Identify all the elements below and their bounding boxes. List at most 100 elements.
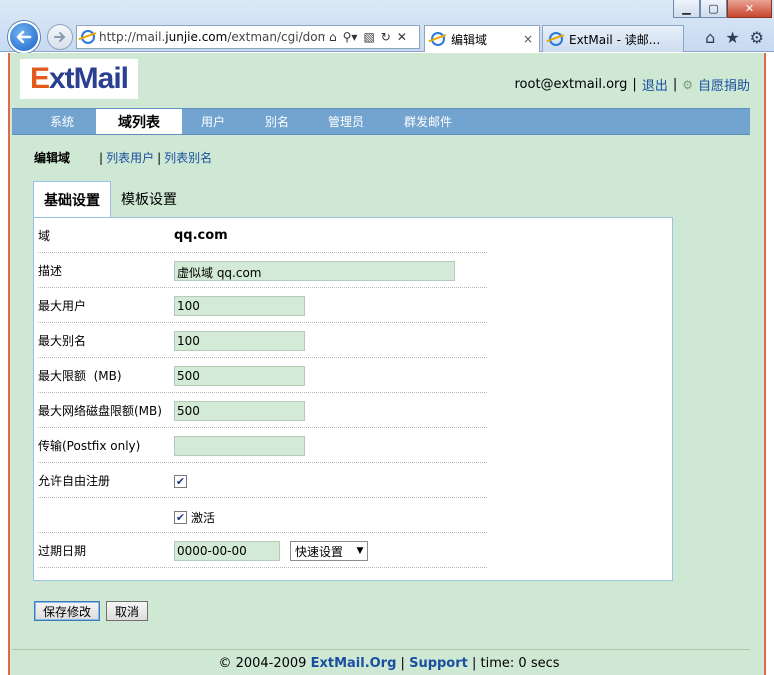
max-netdisk-input[interactable]: 500: [174, 401, 305, 421]
url-text[interactable]: http://mail.junjie.com/extman/cgi/dom: [99, 30, 325, 44]
forward-arrow-icon: [54, 32, 66, 42]
user-email: root@extmail.org: [514, 77, 628, 92]
domain-value: qq.com: [174, 228, 228, 243]
separator: |: [472, 656, 477, 671]
search-icon[interactable]: ⚲▾: [343, 30, 358, 44]
max-users-label: 最大用户: [38, 299, 87, 313]
save-button[interactable]: 保存修改: [34, 601, 101, 621]
minimize-icon[interactable]: ▁: [673, 0, 700, 18]
form-row-description: 描述 虚似域 qq.com: [38, 253, 487, 288]
ie-tab-icon: [549, 32, 563, 46]
quick-set-select[interactable]: 快速设置 ▼: [290, 541, 368, 561]
tab-title: ExtMail - 读邮...: [569, 32, 661, 47]
separator: |: [672, 77, 678, 92]
max-aliases-label: 最大别名: [38, 334, 87, 348]
forward-button[interactable]: [47, 24, 73, 50]
allow-signup-checkbox[interactable]: ✔: [174, 475, 187, 488]
transport-label: 传输(Postfix only): [38, 439, 141, 453]
form-row-domain: 域 qq.com: [38, 218, 487, 253]
max-users-input[interactable]: 100: [174, 296, 305, 316]
close-tab-icon[interactable]: ×: [523, 32, 533, 46]
donate-gear-icon: ⚙: [682, 77, 693, 92]
active-label: 激活: [191, 511, 216, 525]
logo-e: E: [29, 62, 50, 95]
donate-link[interactable]: 自愿捐助: [698, 75, 750, 94]
back-arrow-icon: [16, 30, 32, 44]
transport-input[interactable]: [174, 436, 305, 456]
home-icon[interactable]: ⌂: [705, 28, 715, 47]
window-controls: ▁ ▢ ✕: [673, 0, 772, 18]
form-row-max-users: 最大用户 100: [38, 288, 487, 323]
extmail-logo[interactable]: ExtMail: [20, 59, 138, 99]
compat-icon[interactable]: ⌂: [329, 30, 337, 44]
quick-set-value: 快速设置: [295, 544, 344, 559]
ie-tab-icon: [431, 32, 445, 46]
list-aliases-link[interactable]: 列表别名: [164, 149, 212, 166]
tab-title: 编辑域: [451, 32, 488, 47]
max-aliases-input[interactable]: 100: [174, 331, 305, 351]
separator: |: [157, 150, 162, 165]
sub-navigation: 编辑域 | 列表用户 | 列表别名: [34, 149, 212, 166]
url-host: junjie.com: [165, 30, 228, 44]
favorites-star-icon[interactable]: ★: [725, 28, 739, 47]
menu-admins[interactable]: 管理员: [310, 109, 382, 134]
url-prefix: http://mail.: [99, 30, 166, 44]
max-netdisk-label: 最大网络磁盘限额(MB): [38, 404, 162, 418]
browser-tab-extmail[interactable]: ExtMail - 读邮...: [542, 25, 684, 52]
maximize-icon[interactable]: ▢: [700, 0, 727, 18]
logout-link[interactable]: 退出: [642, 75, 668, 94]
menu-system[interactable]: 系统: [28, 109, 96, 134]
max-quota-label: 最大限额 (MB): [38, 369, 122, 383]
form-row-allow-signup: 允许自由注册 ✔: [38, 463, 487, 498]
back-button[interactable]: [8, 21, 40, 53]
form-row-max-aliases: 最大别名 100: [38, 323, 487, 358]
tab-basic-settings[interactable]: 基础设置: [33, 181, 111, 217]
description-input[interactable]: 虚似域 qq.com: [174, 261, 455, 281]
stop-icon[interactable]: ✕: [397, 30, 407, 44]
refresh-icon[interactable]: ↻: [381, 30, 391, 44]
expire-date-label: 过期日期: [38, 544, 87, 558]
menu-users[interactable]: 用户: [182, 109, 244, 134]
browser-chrome: ▁ ▢ ✕ http://mail.junjie.com/extman/cgi/…: [0, 0, 774, 53]
extmail-page: ExtMail root@extmail.org | 退出 | ⚙ 自愿捐助 系统…: [8, 53, 766, 675]
chevron-down-icon: ▼: [356, 546, 364, 556]
footer-support-link[interactable]: Support: [409, 656, 468, 671]
footer-brand-link[interactable]: ExtMail.Org: [311, 656, 397, 671]
footer-time: time: 0 secs: [480, 656, 560, 671]
menu-mass-mail[interactable]: 群发邮件: [382, 109, 474, 134]
cancel-button[interactable]: 取消: [106, 601, 149, 621]
form-row-transport: 传输(Postfix only): [38, 428, 487, 463]
tab-template-settings[interactable]: 模板设置: [111, 181, 187, 217]
user-bar: root@extmail.org | 退出 | ⚙ 自愿捐助: [514, 75, 750, 94]
tools-gear-icon[interactable]: ⚙: [750, 28, 764, 47]
footer-copyright: © 2004-2009: [218, 656, 307, 671]
form-row-expire-date: 过期日期 0000-00-00 快速设置 ▼: [38, 533, 487, 568]
form-buttons: 保存修改 取消: [34, 601, 149, 621]
ie-page-icon: [81, 30, 95, 44]
description-label: 描述: [38, 264, 63, 278]
separator: |: [400, 656, 405, 671]
active-checkbox[interactable]: ✔: [174, 511, 187, 524]
menu-aliases[interactable]: 别名: [244, 109, 310, 134]
close-window-icon[interactable]: ✕: [727, 0, 772, 18]
main-menu: 系统 域列表 用户 别名 管理员 群发邮件: [12, 108, 750, 135]
logo-text: xtMail: [48, 62, 129, 95]
domain-label: 域: [38, 229, 51, 243]
expire-date-input[interactable]: 0000-00-00: [174, 541, 280, 561]
form-row-active: ✔ 激活: [38, 498, 487, 533]
edit-domain-form: 域 qq.com 描述 虚似域 qq.com 最大用户 100 最大别名 100…: [33, 217, 673, 581]
subnav-current: 编辑域: [34, 151, 71, 165]
browser-tab-active[interactable]: 编辑域 ×: [424, 25, 540, 52]
separator: |: [99, 150, 104, 165]
menu-domain-list[interactable]: 域列表: [96, 109, 182, 134]
list-users-link[interactable]: 列表用户: [106, 149, 154, 166]
page-viewport: ExtMail root@extmail.org | 退出 | ⚙ 自愿捐助 系统…: [0, 53, 774, 675]
compat-view-icon[interactable]: ▧: [363, 30, 374, 44]
browser-toolbar-icons: ⌂ ★ ⚙: [705, 28, 764, 47]
allow-signup-label: 允许自由注册: [38, 474, 111, 488]
max-quota-input[interactable]: 500: [174, 366, 305, 386]
address-bar[interactable]: http://mail.junjie.com/extman/cgi/dom ⌂ …: [76, 25, 420, 49]
footer: © 2004-2009 ExtMail.Org | Support | time…: [10, 656, 768, 671]
settings-tabs: 基础设置 模板设置: [33, 181, 187, 217]
separator: |: [632, 77, 637, 92]
